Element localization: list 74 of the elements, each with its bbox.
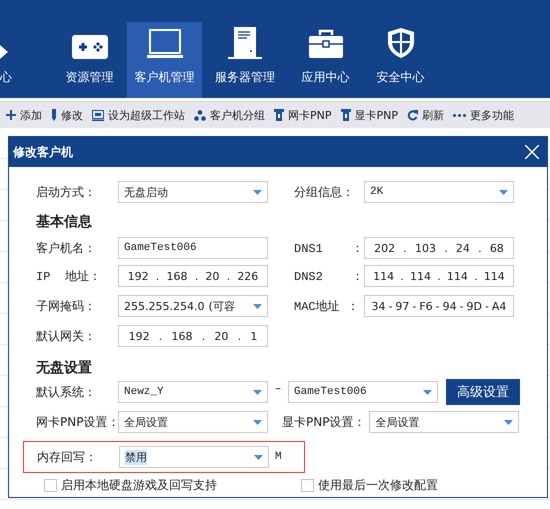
field-label: IP 地址： [36, 268, 102, 284]
field-label: DNS2 ： [294, 268, 364, 284]
dialog-title: 修改客户机 [13, 144, 73, 160]
toolbar-button[interactable]: 刷新 [407, 108, 444, 122]
dropdown-caret-icon [253, 190, 262, 194]
toolbar-button[interactable]: 网卡PNP [274, 108, 332, 122]
advanced-settings-button[interactable]: 高级设置 [446, 379, 520, 405]
address-field[interactable]: 192 . 168 . 20 . 226 [118, 265, 268, 287]
field-label: 显卡PNP设置： [282, 414, 366, 430]
refresh-icon [407, 110, 418, 120]
section-heading: 基本信息 [36, 213, 92, 231]
field-label: 默认系统： [36, 384, 97, 400]
dropdown[interactable]: 无盘启动 [118, 181, 268, 203]
address-field[interactable]: 34 - 97 - F6 - 94 - 9D - A4 [364, 295, 514, 317]
monitor-icon [146, 29, 182, 59]
input-field[interactable]: GameTest006 [118, 237, 268, 259]
field-label: DNS1 ： [294, 240, 364, 256]
dash: – [274, 381, 282, 395]
field-label: 内存回写： [37, 448, 98, 466]
nav-tab[interactable]: 应用中心 [288, 22, 363, 98]
toolbar-button[interactable]: 客户机分组 [194, 108, 265, 122]
dropdown[interactable]: 全局设置 [118, 411, 268, 433]
close-icon[interactable] [525, 145, 539, 159]
arrow-icon [0, 45, 8, 59]
card-icon [274, 109, 284, 121]
dropdown[interactable]: 2K [364, 181, 514, 203]
field-label: 客户机名： [36, 240, 97, 256]
dropdown-caret-icon [253, 390, 262, 394]
field-label: 启动方式： [36, 184, 97, 200]
gamepad-icon [72, 35, 108, 59]
checkbox-box[interactable] [44, 479, 57, 492]
toolbar-button[interactable]: 显卡PNP [340, 108, 398, 122]
unit-label: M [275, 451, 282, 463]
toolbox-icon [308, 29, 342, 59]
monitor-icon [92, 110, 104, 120]
toolbar-button[interactable]: 修改 [51, 108, 83, 122]
dropdown-caret-icon [254, 454, 263, 460]
toolbar-button[interactable]: 更多功能 [453, 108, 514, 122]
nav-tab[interactable]: 资源管理 [52, 22, 127, 98]
more-icon [453, 114, 466, 116]
dropdown[interactable]: 255.255.254.0 (可容 [118, 295, 268, 317]
checkbox[interactable]: 启用本地硬盘游戏及回写支持 [44, 477, 217, 494]
shield-icon [386, 27, 416, 59]
card-icon [340, 109, 350, 121]
field-label: 子网掩码： [36, 298, 97, 314]
address-field[interactable]: 202 . 103 . 24 . 68 [364, 237, 514, 259]
dropdown-caret-icon [423, 390, 432, 394]
section-heading: 无盘设置 [36, 359, 93, 377]
nav-tab[interactable]: 心 [0, 22, 15, 98]
dropdown[interactable]: 禁用 [119, 446, 269, 468]
checkbox-box[interactable] [301, 479, 314, 492]
field-label: MAC地址 ： [294, 298, 360, 314]
field-label: 分组信息： [294, 184, 355, 200]
dropdown-caret-icon [499, 190, 508, 194]
dropdown-caret-icon [253, 420, 262, 424]
dropdown[interactable]: 全局设置 [369, 411, 520, 433]
field-label: 网卡PNP设置： [36, 414, 118, 430]
field-label: 默认网关： [36, 328, 97, 344]
address-field[interactable]: 192 . 168 . 20 . 1 [118, 325, 268, 347]
address-field[interactable]: 114 . 114 . 114 . 114 [364, 265, 514, 287]
dropdown[interactable]: GameTest006 [288, 381, 438, 403]
nav-tab[interactable]: 安全中心 [363, 22, 438, 98]
checkbox[interactable]: 使用最后一次修改配置 [301, 477, 438, 494]
plus-icon [6, 110, 16, 120]
nav-tab[interactable]: 服务器管理 [202, 22, 288, 98]
dropdown-caret-icon [253, 304, 262, 308]
nav-tab[interactable]: 客户机管理 [127, 22, 202, 98]
server-icon [228, 27, 262, 59]
toolbar-button[interactable]: 设为超级工作站 [92, 108, 185, 122]
toolbar-button[interactable]: 添加 [6, 108, 42, 122]
dropdown[interactable]: Newz_Y [118, 381, 268, 403]
dropdown-caret-icon [504, 420, 514, 424]
pen-icon [51, 109, 57, 121]
group-icon [194, 110, 206, 120]
